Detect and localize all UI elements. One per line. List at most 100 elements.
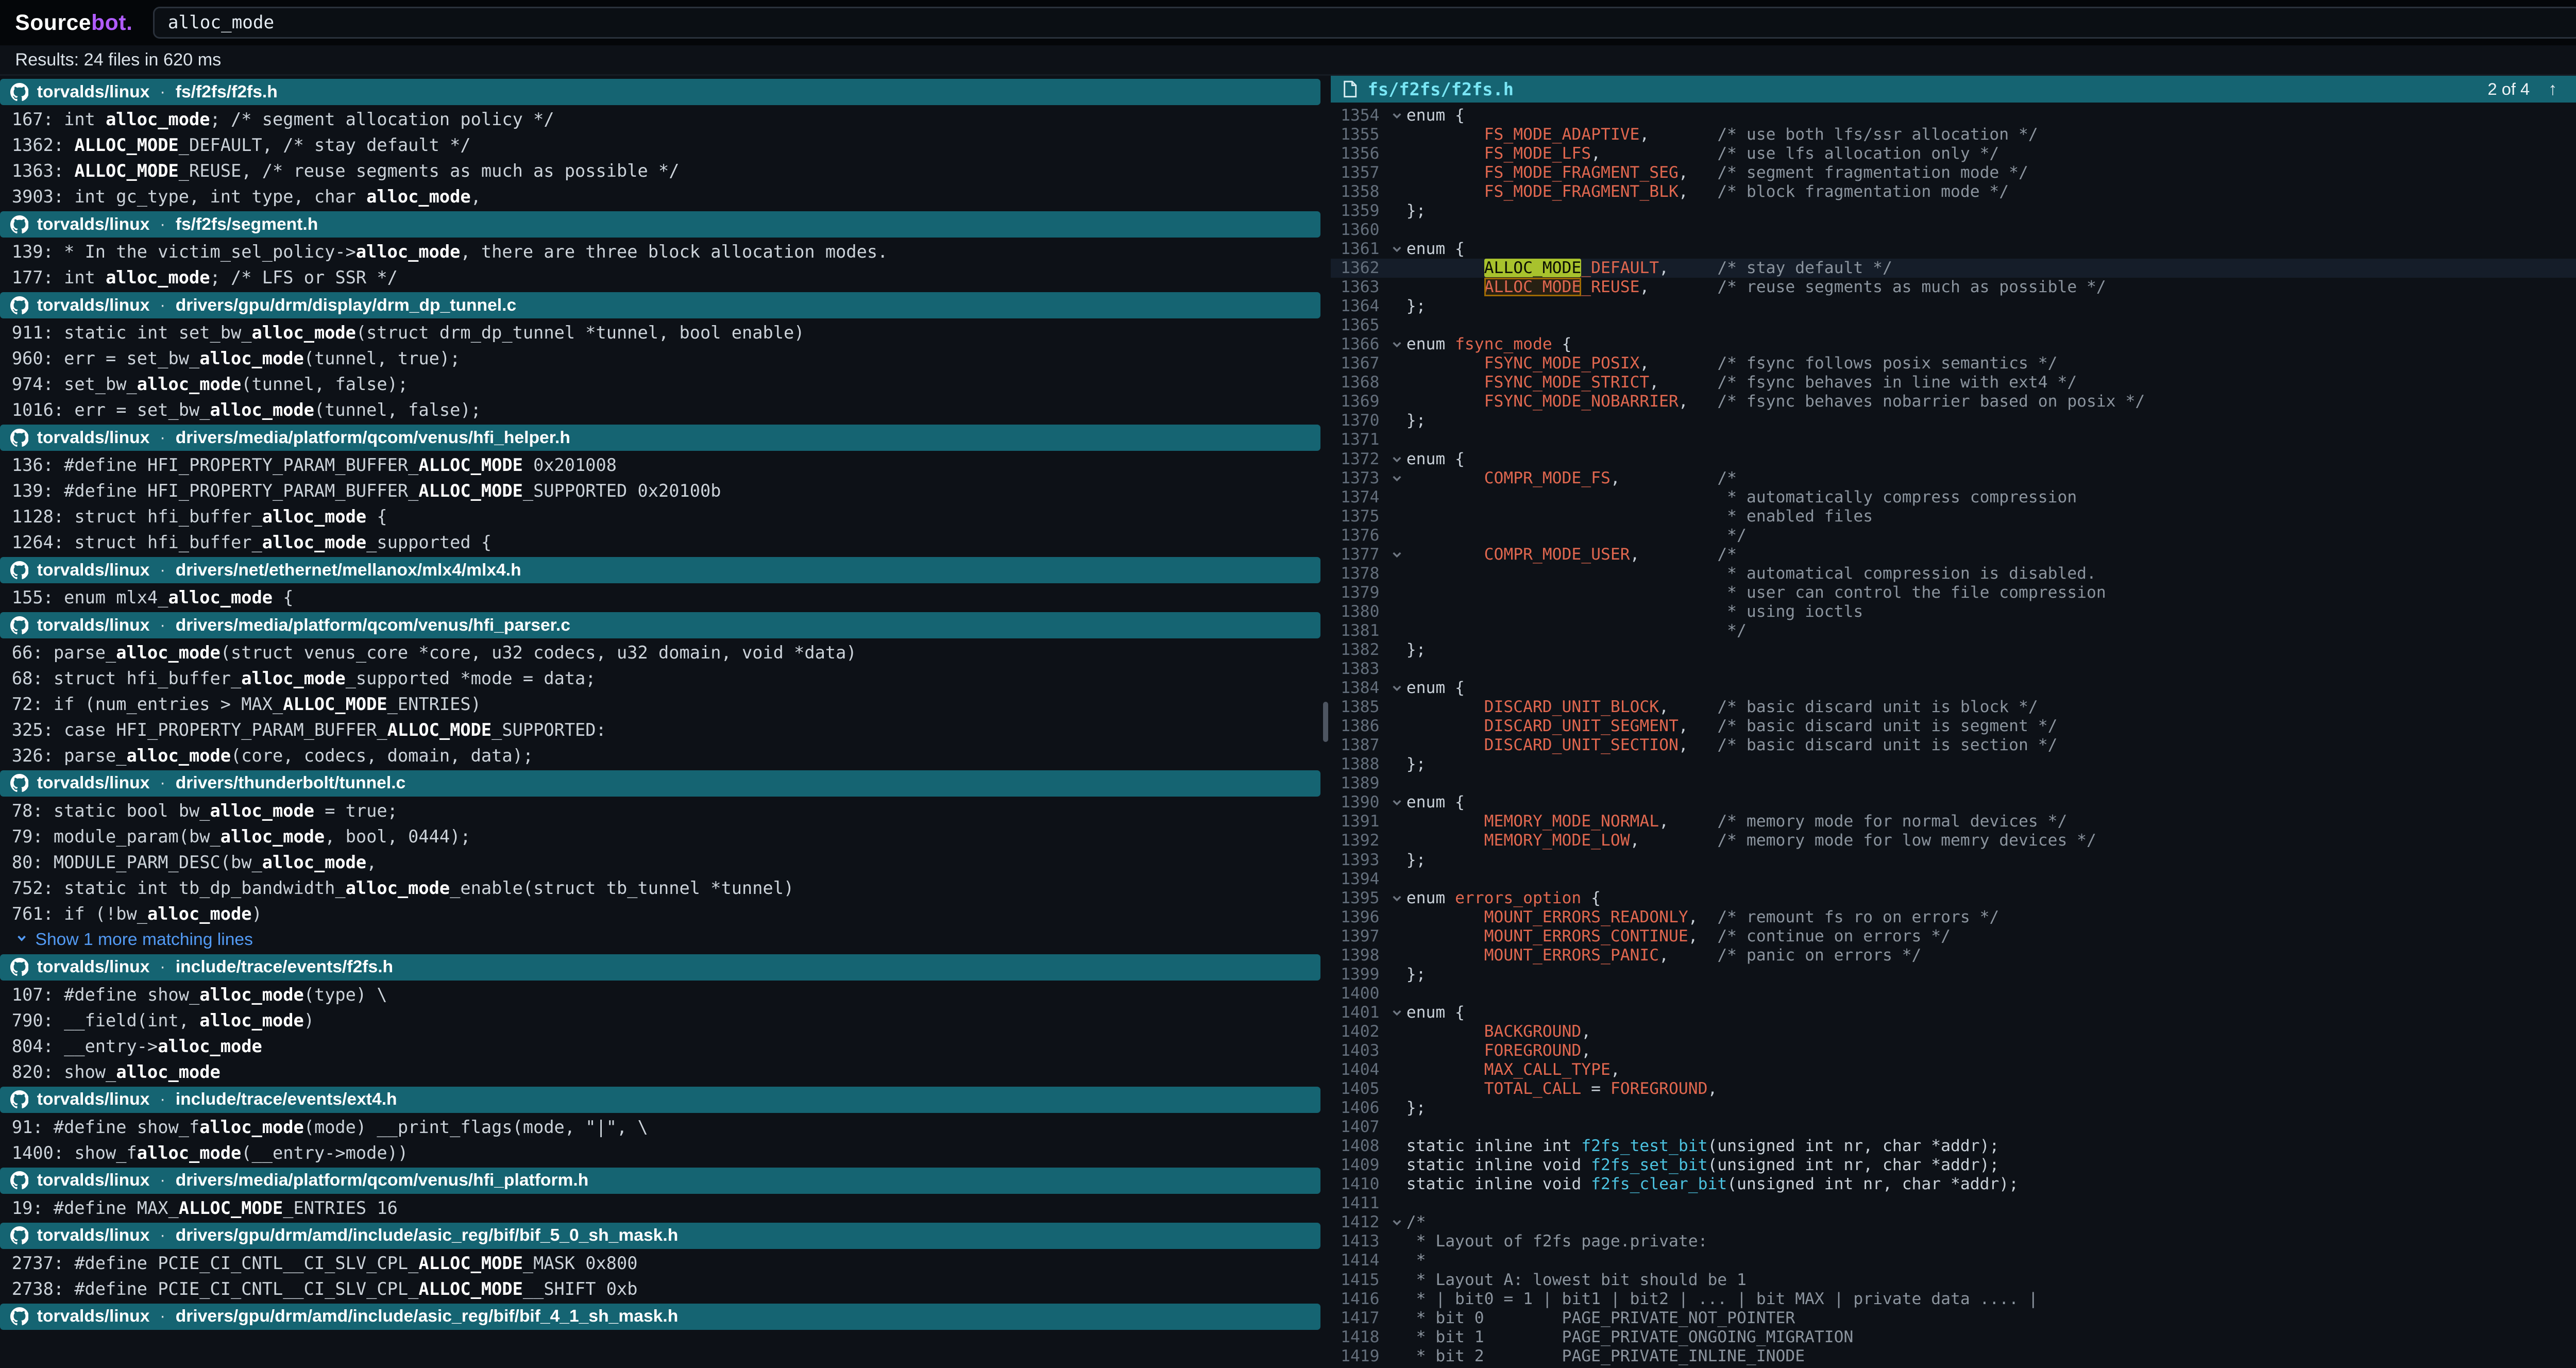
code-line[interactable]: 1373 COMPR_MODE_FS, /*	[1331, 469, 2576, 488]
match-line[interactable]: 974: set_bw_alloc_mode(tunnel, false);	[0, 371, 1320, 397]
code-line[interactable]: 1392 MEMORY_MODE_LOW, /* memory mode for…	[1331, 831, 2576, 850]
code-line[interactable]: 1405 TOTAL_CALL = FOREGROUND,	[1331, 1079, 2576, 1099]
code-line[interactable]: 1360	[1331, 221, 2576, 240]
search-input[interactable]	[153, 7, 2576, 39]
fold-chevron-icon[interactable]	[1388, 450, 1406, 469]
prev-match-button[interactable]: ↑	[2543, 79, 2562, 99]
match-line[interactable]: 2737: #define PCIE_CI_CNTL__CI_SLV_CPL_A…	[0, 1251, 1320, 1276]
code-line[interactable]: 1356 FS_MODE_LFS, /* use lfs allocation …	[1331, 144, 2576, 163]
code-line[interactable]: 1410static inline void f2fs_clear_bit(un…	[1331, 1175, 2576, 1194]
code-line[interactable]: 1366enum fsync_mode {	[1331, 335, 2576, 354]
code-line[interactable]: 1386 DISCARD_UNIT_SEGMENT, /* basic disc…	[1331, 717, 2576, 736]
file-match-group-header[interactable]: torvalds/linux·drivers/media/platform/qc…	[0, 612, 1320, 638]
file-match-group-header[interactable]: torvalds/linux·drivers/media/platform/qc…	[0, 425, 1320, 451]
match-line[interactable]: 136: #define HFI_PROPERTY_PARAM_BUFFER_A…	[0, 452, 1320, 478]
code-line[interactable]: 1402 BACKGROUND,	[1331, 1022, 2576, 1041]
match-line[interactable]: 177: int alloc_mode; /* LFS or SSR */	[0, 265, 1320, 291]
fold-chevron-icon[interactable]	[1388, 679, 1406, 698]
code-line[interactable]: 1380 * using ioctls	[1331, 602, 2576, 621]
match-line[interactable]: 2738: #define PCIE_CI_CNTL__CI_SLV_CPL_A…	[0, 1276, 1320, 1302]
match-line[interactable]: 72: if (num_entries > MAX_ALLOC_MODE_ENT…	[0, 691, 1320, 717]
code-line[interactable]: 1400	[1331, 984, 2576, 1003]
code-line[interactable]: 1384enum {	[1331, 679, 2576, 698]
code-line[interactable]: 1367 FSYNC_MODE_POSIX, /* fsync follows …	[1331, 354, 2576, 373]
panel-resize-handle[interactable]	[1320, 76, 1331, 1368]
code-line[interactable]: 1382};	[1331, 640, 2576, 660]
show-more-link[interactable]: Show 1 more matching lines	[0, 927, 1320, 953]
code-line[interactable]: 1408static inline int f2fs_test_bit(unsi…	[1331, 1137, 2576, 1156]
fold-chevron-icon[interactable]	[1388, 1213, 1406, 1232]
match-line[interactable]: 155: enum mlx4_alloc_mode {	[0, 585, 1320, 611]
code-line[interactable]: 1359};	[1331, 201, 2576, 221]
code-line[interactable]: 1418 * bit 1 PAGE_PRIVATE_ONGOING_MIGRAT…	[1331, 1328, 2576, 1347]
match-line[interactable]: 3903: int gc_type, int type, char alloc_…	[0, 184, 1320, 210]
file-match-group-header[interactable]: torvalds/linux·drivers/gpu/drm/display/d…	[0, 292, 1320, 318]
code-line[interactable]: 1387 DISCARD_UNIT_SECTION, /* basic disc…	[1331, 736, 2576, 755]
code-line[interactable]: 1409static inline void f2fs_set_bit(unsi…	[1331, 1156, 2576, 1175]
match-line[interactable]: 68: struct hfi_buffer_alloc_mode_support…	[0, 666, 1320, 691]
code-line[interactable]: 1390enum {	[1331, 793, 2576, 812]
code-line[interactable]: 1362 ALLOC_MODE_DEFAULT, /* stay default…	[1331, 259, 2576, 278]
file-match-group-header[interactable]: torvalds/linux·drivers/thunderbolt/tunne…	[0, 770, 1320, 797]
fold-chevron-icon[interactable]	[1388, 1003, 1406, 1022]
code-line[interactable]: 1388};	[1331, 755, 2576, 774]
code-line[interactable]: 1413 * Layout of f2fs page.private:	[1331, 1232, 2576, 1251]
next-match-button[interactable]: ↓	[2572, 79, 2576, 99]
match-line[interactable]: 1362: ALLOC_MODE_DEFAULT, /* stay defaul…	[0, 132, 1320, 158]
code-line[interactable]: 1378 * automatical compression is disabl…	[1331, 564, 2576, 583]
code-line[interactable]: 1419 * bit 2 PAGE_PRIVATE_INLINE_INODE	[1331, 1347, 2576, 1366]
fold-chevron-icon[interactable]	[1388, 240, 1406, 259]
file-match-group-header[interactable]: torvalds/linux·include/trace/events/f2fs…	[0, 954, 1320, 981]
code-line[interactable]: 1368 FSYNC_MODE_STRICT, /* fsync behaves…	[1331, 373, 2576, 392]
match-line[interactable]: 790: __field(int, alloc_mode)	[0, 1008, 1320, 1034]
code-line[interactable]: 1403 FOREGROUND,	[1331, 1041, 2576, 1060]
code-line[interactable]: 1385 DISCARD_UNIT_BLOCK, /* basic discar…	[1331, 698, 2576, 717]
match-line[interactable]: 1400: show_falloc_mode(__entry->mode))	[0, 1140, 1320, 1166]
code-line[interactable]: 1417 * bit 0 PAGE_PRIVATE_NOT_POINTER	[1331, 1309, 2576, 1328]
code-line[interactable]: 1381 */	[1331, 621, 2576, 640]
fold-chevron-icon[interactable]	[1388, 106, 1406, 125]
match-line[interactable]: 167: int alloc_mode; /* segment allocati…	[0, 107, 1320, 132]
file-match-group-header[interactable]: torvalds/linux·fs/f2fs/segment.h	[0, 211, 1320, 238]
file-match-group-header[interactable]: torvalds/linux·drivers/media/platform/qc…	[0, 1168, 1320, 1194]
match-line[interactable]: 19: #define MAX_ALLOC_MODE_ENTRIES 16	[0, 1195, 1320, 1221]
match-line[interactable]: 1264: struct hfi_buffer_alloc_mode_suppo…	[0, 530, 1320, 555]
code-line[interactable]: 1355 FS_MODE_ADAPTIVE, /* use both lfs/s…	[1331, 125, 2576, 144]
file-match-group-header[interactable]: torvalds/linux·drivers/gpu/drm/amd/inclu…	[0, 1304, 1320, 1330]
code-line[interactable]: 1393};	[1331, 851, 2576, 870]
code-line[interactable]: 1383	[1331, 660, 2576, 679]
code-line[interactable]: 1407	[1331, 1118, 2576, 1137]
code-line[interactable]: 1404 MAX_CALL_TYPE,	[1331, 1060, 2576, 1079]
code-line[interactable]: 1389	[1331, 774, 2576, 793]
code-line[interactable]: 1396 MOUNT_ERRORS_READONLY, /* remount f…	[1331, 908, 2576, 927]
code-line[interactable]: 1415 * Layout A: lowest bit should be 1	[1331, 1271, 2576, 1290]
code-line[interactable]: 1395enum errors_option {	[1331, 889, 2576, 908]
match-line[interactable]: 752: static int tb_dp_bandwidth_alloc_mo…	[0, 875, 1320, 901]
match-line[interactable]: 91: #define show_falloc_mode(mode) __pri…	[0, 1114, 1320, 1140]
match-line[interactable]: 79: module_param(bw_alloc_mode, bool, 04…	[0, 824, 1320, 850]
code-line[interactable]: 1361enum {	[1331, 240, 2576, 259]
code-line[interactable]: 1374 * automatically compress compressio…	[1331, 488, 2576, 507]
match-line[interactable]: 139: * In the victim_sel_policy->alloc_m…	[0, 239, 1320, 265]
match-line[interactable]: 820: show_alloc_mode	[0, 1059, 1320, 1085]
file-match-group-header[interactable]: torvalds/linux·drivers/net/ethernet/mell…	[0, 557, 1320, 583]
code-line[interactable]: 1420 * bit 3 PAGE_PRIVATE_REF_RESOURCE	[1331, 1366, 2576, 1368]
match-line[interactable]: 325: case HFI_PROPERTY_PARAM_BUFFER_ALLO…	[0, 717, 1320, 743]
code-line[interactable]: 1412/*	[1331, 1213, 2576, 1232]
match-line[interactable]: 80: MODULE_PARM_DESC(bw_alloc_mode,	[0, 850, 1320, 875]
match-line[interactable]: 960: err = set_bw_alloc_mode(tunnel, tru…	[0, 346, 1320, 371]
code-line[interactable]: 1369 FSYNC_MODE_NOBARRIER, /* fsync beha…	[1331, 392, 2576, 411]
code-line[interactable]: 1399};	[1331, 965, 2576, 984]
match-line[interactable]: 78: static bool bw_alloc_mode = true;	[0, 798, 1320, 824]
fold-chevron-icon[interactable]	[1388, 889, 1406, 908]
match-line[interactable]: 139: #define HFI_PROPERTY_PARAM_BUFFER_A…	[0, 478, 1320, 504]
fold-chevron-icon[interactable]	[1388, 469, 1406, 488]
code-line[interactable]: 1371	[1331, 430, 2576, 449]
match-line[interactable]: 1016: err = set_bw_alloc_mode(tunnel, fa…	[0, 397, 1320, 423]
code-line[interactable]: 1372enum {	[1331, 450, 2576, 469]
match-line[interactable]: 107: #define show_alloc_mode(type) \	[0, 982, 1320, 1008]
match-line[interactable]: 326: parse_alloc_mode(core, codecs, doma…	[0, 743, 1320, 769]
code-line[interactable]: 1394	[1331, 870, 2576, 889]
code-line[interactable]: 1416 * | bit0 = 1 | bit1 | bit2 | ... | …	[1331, 1290, 2576, 1309]
code-line[interactable]: 1406};	[1331, 1099, 2576, 1118]
